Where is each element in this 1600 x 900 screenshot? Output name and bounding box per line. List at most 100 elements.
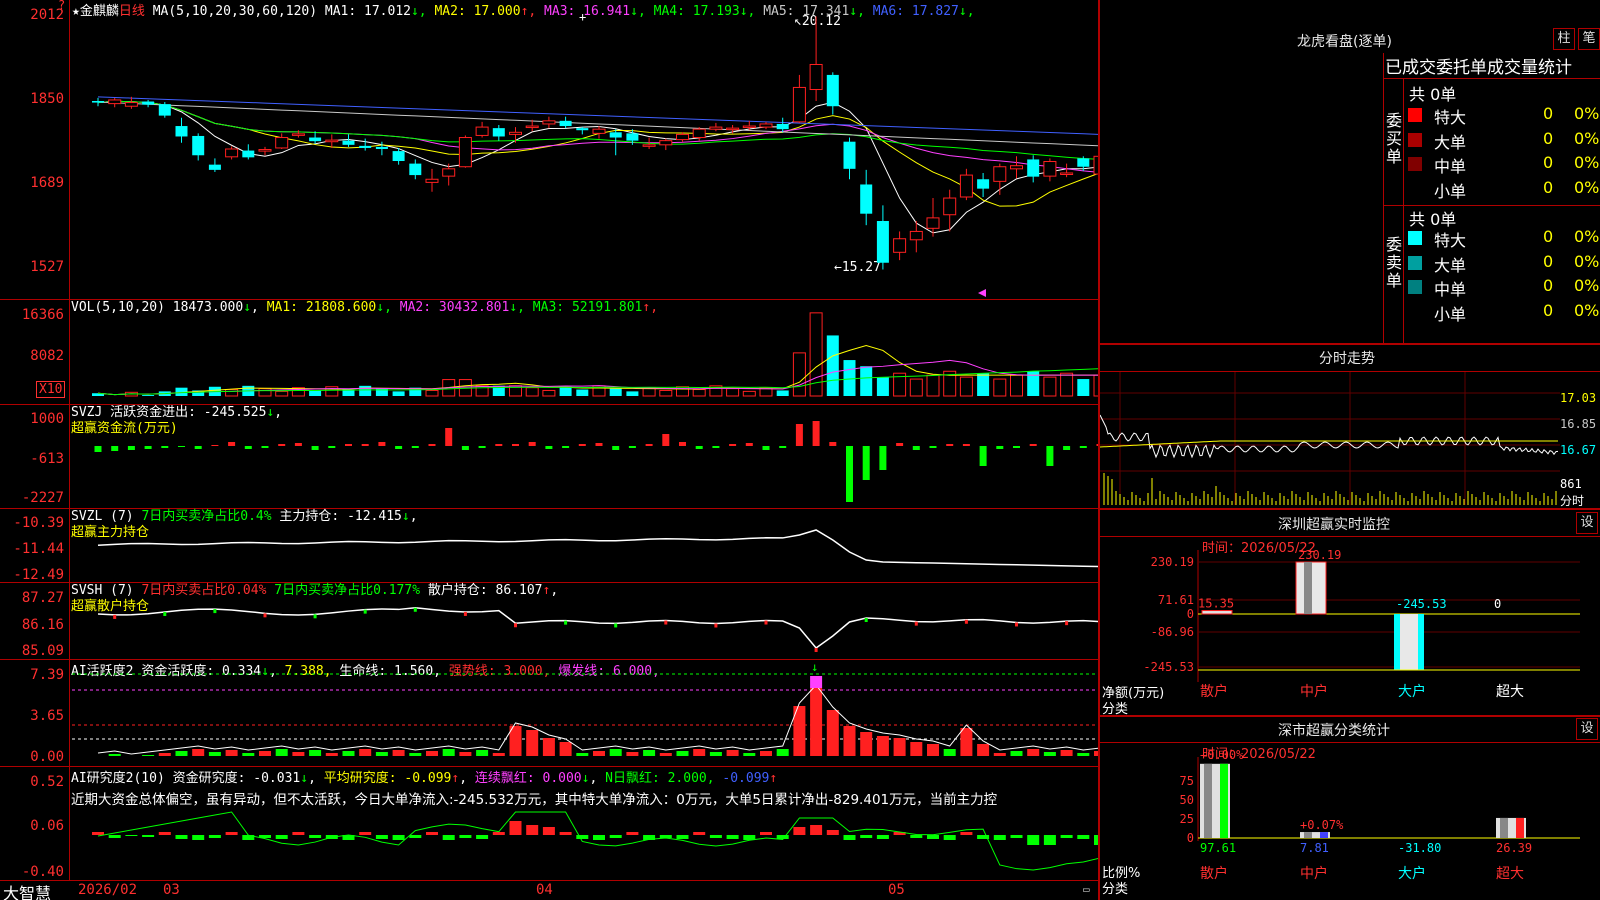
candle-body — [926, 217, 940, 229]
retail-tick-mark — [814, 648, 818, 652]
volume-bar — [359, 385, 372, 396]
volume-bar — [1043, 376, 1057, 397]
main-holding-line — [97, 529, 1098, 568]
activity-bar — [927, 744, 939, 756]
research-line — [97, 811, 1098, 871]
activity-bar — [743, 753, 756, 756]
research-bar — [375, 835, 388, 839]
lhb-row: 小单 0 0% — [1408, 178, 1600, 201]
activity-bar — [158, 753, 171, 756]
activity-bar — [893, 738, 906, 756]
volume-bar — [576, 389, 589, 396]
research-bar — [927, 835, 939, 839]
volume-bar — [525, 387, 539, 397]
candle-body — [192, 135, 205, 156]
fund-flow-bar — [395, 446, 403, 449]
fund-flow-bar — [795, 424, 803, 446]
volume-bar — [542, 389, 556, 397]
fund-flow-bar — [1029, 444, 1037, 446]
lhb-row-count: 0 — [1543, 104, 1554, 123]
retail-tick-mark — [163, 612, 167, 616]
volume-bar — [275, 390, 289, 397]
lhb-row-pct: 0% — [1574, 104, 1600, 123]
retail-tick-mark — [463, 611, 467, 616]
lhb-color-swatch — [1408, 231, 1422, 245]
research-bar — [208, 835, 221, 838]
candle-body — [993, 166, 1007, 182]
tick-view-button[interactable]: 笔 — [1578, 28, 1600, 50]
retail-tick-mark — [714, 623, 718, 628]
fund-flow-bar — [829, 442, 837, 446]
research-bar — [1077, 835, 1090, 839]
candle-body — [893, 238, 907, 253]
lhb-title: 龙虎看盘(逐单) — [1297, 34, 1392, 50]
activity-bar — [259, 751, 271, 756]
intraday-vol-tick: 861 — [1560, 477, 1582, 491]
volume-bar — [425, 389, 439, 397]
intraday-y-tick: 16.85 — [1560, 417, 1597, 431]
lhb-row: 特大 0 0% — [1408, 104, 1600, 127]
research-bar — [776, 835, 789, 839]
candle-body — [792, 86, 806, 123]
volume-bar — [792, 352, 806, 397]
candle-body — [1077, 158, 1090, 167]
lhb-row-pct: 0% — [1574, 128, 1600, 148]
class-bar-label: 97.61 — [1200, 841, 1236, 855]
candle-body — [642, 144, 656, 147]
candle-body — [860, 184, 873, 214]
activity-bar — [910, 742, 923, 756]
research-bar — [409, 835, 422, 838]
candle-body — [776, 123, 789, 130]
fund-flow-bar — [712, 446, 720, 448]
activity-bar — [375, 752, 388, 756]
fund-flow-bar — [896, 443, 904, 446]
activity-bar — [776, 749, 789, 756]
intraday-panel[interactable]: 分时走势 17.03 16.85 16.67 861 分时 — [1100, 345, 1600, 510]
activity-bar — [593, 751, 605, 756]
research-bar — [960, 832, 973, 835]
activity-bar — [142, 755, 155, 756]
candle-body — [525, 125, 539, 129]
monitor-y-tick: -245.53 — [1143, 660, 1194, 674]
activity-bar — [442, 749, 455, 756]
candle-body — [1010, 165, 1023, 170]
activity-bar — [292, 752, 305, 756]
fund-flow-bar — [144, 446, 152, 449]
research-bar — [509, 821, 522, 835]
activity-bar — [1027, 749, 1040, 756]
fund-flow-bar — [879, 446, 887, 470]
fund-flow-bar — [812, 421, 820, 446]
fund-flow-bar — [862, 446, 870, 480]
retail-tick-mark — [764, 620, 768, 625]
research-bar — [125, 835, 138, 836]
fund-flow-bar — [695, 446, 703, 449]
activity-bar — [1010, 751, 1023, 756]
monitor-bar-shade — [1304, 562, 1312, 614]
activity-bar — [492, 753, 505, 756]
research-bar — [442, 835, 455, 840]
activity-bar — [542, 738, 555, 756]
retail-tick-mark — [113, 614, 117, 619]
retail-tick-mark — [914, 621, 918, 626]
retail-tick-mark — [614, 623, 618, 628]
candle-body — [1027, 159, 1040, 177]
activity-bar — [943, 749, 956, 756]
research-bar — [709, 835, 722, 838]
fund-flow-bar — [929, 446, 937, 448]
fund-flow-bar — [562, 446, 570, 448]
activity-bar — [960, 728, 973, 756]
column-view-button[interactable]: 柱 — [1553, 28, 1575, 50]
lhb-row-name: 中单 — [1434, 157, 1467, 176]
research-bar — [676, 835, 689, 839]
retail-tick-mark — [313, 614, 317, 619]
research-bar — [108, 835, 121, 838]
chart-area[interactable]: ★金麒麟日线 MA(5,10,20,30,60,120) MA1: 17.012… — [0, 0, 1098, 900]
class-bar-shade — [1320, 832, 1328, 838]
fund-flow-bar — [1079, 446, 1087, 448]
candle-body — [309, 137, 322, 142]
volume-bar — [258, 388, 272, 397]
volume-bar — [843, 360, 856, 396]
monitor-bar-label: 0 — [1494, 597, 1501, 611]
volume-bar — [309, 390, 322, 396]
lhb-row-count: 0 — [1543, 153, 1554, 172]
